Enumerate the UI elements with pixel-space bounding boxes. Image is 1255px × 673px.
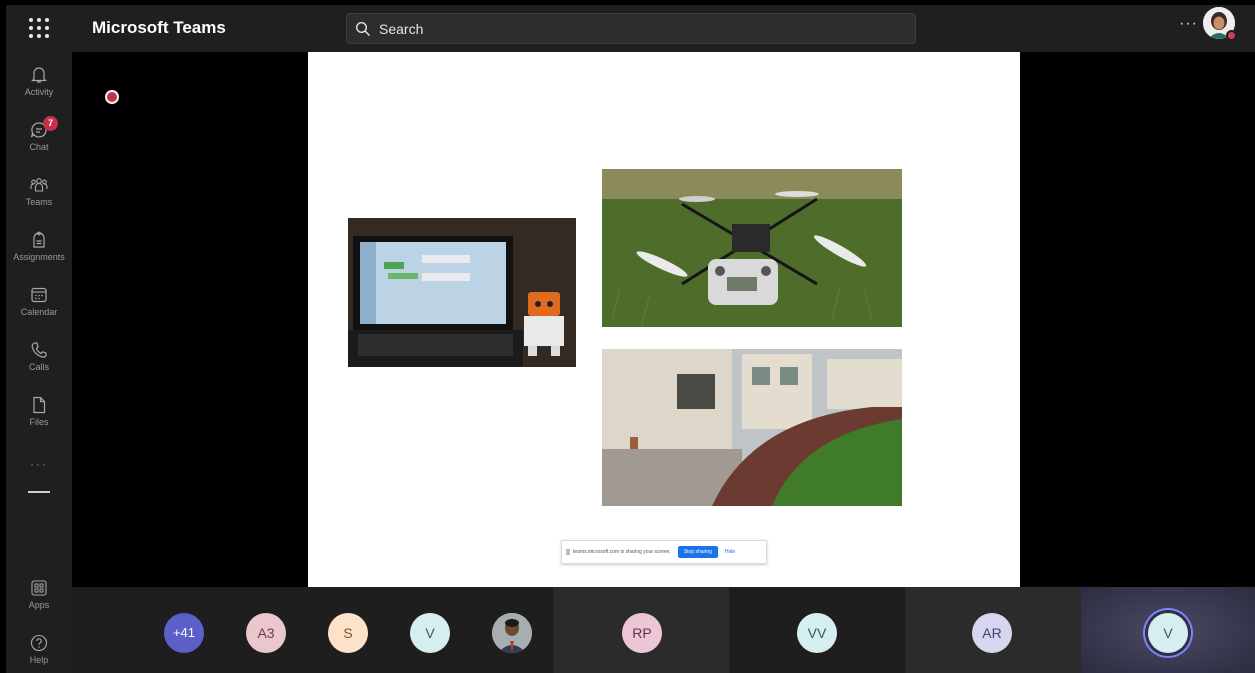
apps-icon <box>31 580 47 596</box>
rail-label: Files <box>29 417 49 427</box>
rail-label: Calendar <box>20 307 58 317</box>
rail-label: Help <box>29 655 49 665</box>
rail-item-apps[interactable]: Apps <box>6 577 72 610</box>
rail-item-calls[interactable]: Calls <box>6 335 72 385</box>
rail-label: Calls <box>28 362 49 372</box>
screen-share-notification: teams.microsoft.com is sharing your scre… <box>561 540 767 564</box>
more-participants-button[interactable]: +41 <box>164 613 204 653</box>
rail-label: Teams <box>25 197 53 207</box>
more-apps-button[interactable]: ··· <box>6 457 72 471</box>
participant-avatar[interactable]: V <box>410 613 450 653</box>
participant-photo-avatar[interactable] <box>492 613 532 653</box>
self-avatar[interactable]: V <box>1148 613 1188 653</box>
rail-label: Apps <box>28 600 50 610</box>
bell-icon <box>31 67 47 83</box>
rail-item-teams[interactable]: Teams <box>6 170 72 220</box>
share-indicator-icon <box>566 549 570 555</box>
drone-photo <box>602 169 902 327</box>
file-icon <box>33 396 46 414</box>
hide-share-bar-button[interactable]: Hide <box>725 549 735 555</box>
laptop-robot-photo <box>348 218 576 367</box>
calendar-icon <box>31 287 47 303</box>
search-box[interactable] <box>346 13 916 44</box>
participant-avatar[interactable]: S <box>328 613 368 653</box>
app-launcher-icon[interactable] <box>26 15 52 41</box>
rail-label: Chat <box>29 142 49 152</box>
teams-icon <box>30 178 48 192</box>
participant-strip: +41 A3 S V RP VV AR V <box>72 587 1255 673</box>
presence-status-icon <box>1226 30 1237 41</box>
more-options-button[interactable]: ··· <box>1179 15 1198 33</box>
chat-unread-badge: 7 <box>43 116 58 131</box>
participant-group-tile <box>72 587 553 673</box>
share-message: teams.microsoft.com is sharing your scre… <box>573 549 671 555</box>
search-input[interactable] <box>379 20 879 37</box>
rail-label: Activity <box>24 87 54 97</box>
participant-avatar[interactable]: AR <box>972 613 1012 653</box>
rail-item-chat[interactable]: 7 Chat <box>6 115 72 165</box>
rail-item-files[interactable]: Files <box>6 390 72 440</box>
assignments-icon <box>33 231 45 248</box>
rail-item-calendar[interactable]: Calendar <box>6 280 72 330</box>
top-bar: Microsoft Teams ··· <box>6 5 1255 52</box>
rail-label: Assignments <box>13 252 65 262</box>
search-icon <box>355 21 370 36</box>
phone-icon <box>31 342 47 358</box>
participant-avatar[interactable]: VV <box>797 613 837 653</box>
stop-sharing-button[interactable]: Stop sharing <box>677 546 718 558</box>
recording-indicator-icon <box>105 90 119 104</box>
campus-garden-photo <box>602 349 902 506</box>
participant-avatar[interactable]: A3 <box>246 613 286 653</box>
rail-divider <box>28 491 50 493</box>
rail-item-assignments[interactable]: Assignments <box>6 225 72 275</box>
app-rail: Activity 7 Chat Teams Assignments Calend… <box>6 52 72 673</box>
rail-item-activity[interactable]: Activity <box>6 60 72 110</box>
app-title: Microsoft Teams <box>92 18 226 37</box>
shared-screen: teams.microsoft.com is sharing your scre… <box>308 52 1020 587</box>
rail-item-help[interactable]: Help <box>6 632 72 665</box>
participant-avatar[interactable]: RP <box>622 613 662 653</box>
help-icon <box>30 634 48 652</box>
